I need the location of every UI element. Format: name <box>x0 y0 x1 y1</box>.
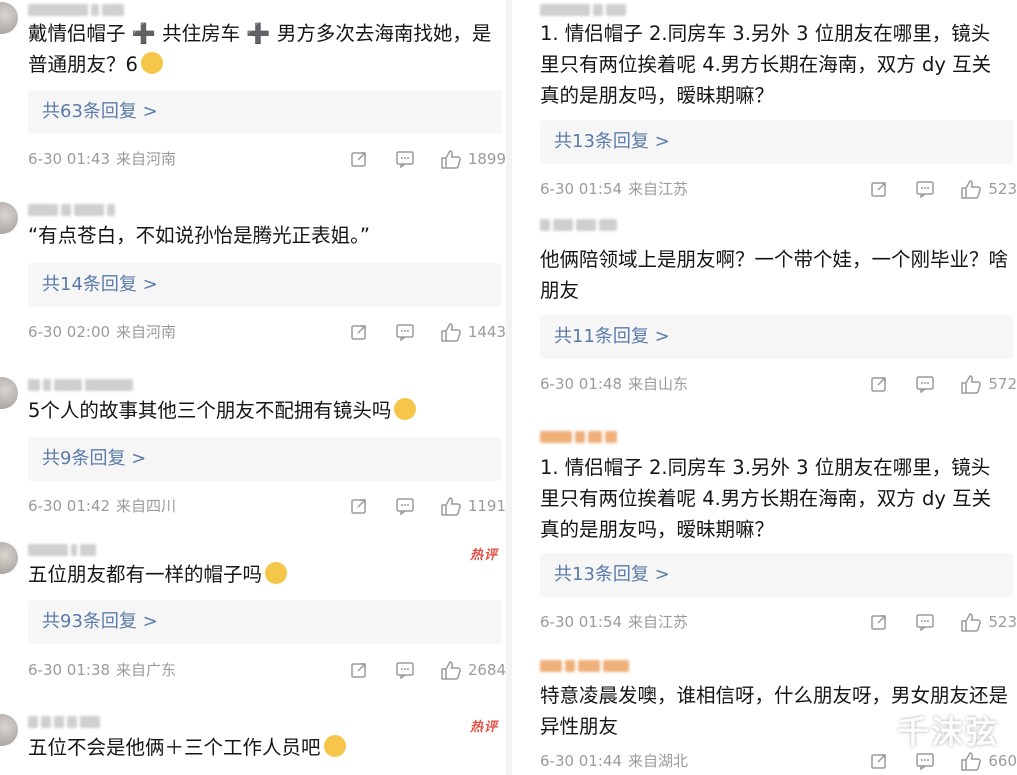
blur-block <box>67 716 77 728</box>
left-comment-column: 戴情侣帽子 ➕ 共住房车 ➕ 男方多次去海南找她，是普通朋友？6 共63条回复 >… <box>0 0 506 775</box>
comment-location: 来自湖北 <box>628 752 689 770</box>
like-count: 660 <box>988 752 1017 770</box>
comment-icon[interactable] <box>914 750 936 772</box>
comment-item: 热评 五位不会是他俩＋三个工作人员吧 <box>0 0 506 775</box>
comment-text: 五位不会是他俩＋三个工作人员吧 <box>28 732 498 763</box>
username-blurred[interactable] <box>28 714 100 730</box>
comment-actions: 660 <box>868 750 1017 772</box>
blur-block <box>565 660 575 672</box>
comment-meta: 6-30 01:44 来自湖北 660 <box>540 750 1017 772</box>
blur-block <box>80 716 100 728</box>
share-icon[interactable] <box>868 750 890 772</box>
comment-item: 特意凌晨发噢，谁相信呀，什么朋友呀，男女朋友还是异性朋友 6-30 01:44 来自… <box>512 0 1017 775</box>
right-comment-column: 1. 情侣帽子 2.同房车 3.另外 3 位朋友在哪里，镜头里只有两位挨着呢 4… <box>512 0 1017 775</box>
blur-block <box>603 660 629 672</box>
blur-block <box>28 716 38 728</box>
blur-block <box>578 660 600 672</box>
blur-block <box>540 660 562 672</box>
username-blurred[interactable] <box>540 658 629 674</box>
like-button[interactable]: 660 <box>960 750 1017 772</box>
comment-text-content: 五位不会是他俩＋三个工作人员吧 <box>28 736 321 759</box>
like-icon <box>960 750 982 772</box>
avatar[interactable] <box>0 714 18 746</box>
comment-date: 6-30 01:44 <box>540 752 623 770</box>
blur-block <box>54 716 64 728</box>
cat-face-icon <box>323 735 346 757</box>
blur-block <box>41 716 51 728</box>
watermark: 千沫弦 <box>896 713 999 751</box>
